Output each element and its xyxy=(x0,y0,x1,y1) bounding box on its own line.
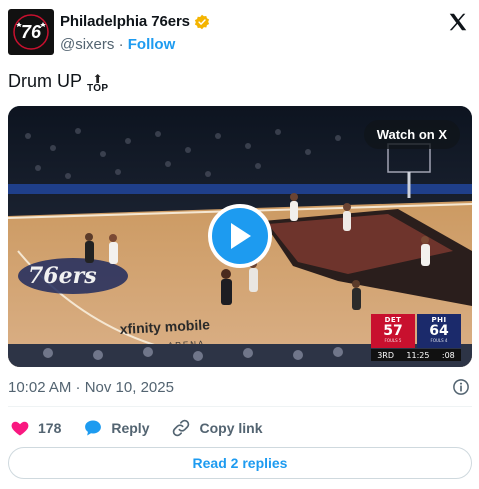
reply-label: Reply xyxy=(111,420,150,436)
account-handle[interactable]: @sixers xyxy=(60,36,114,53)
reply-button[interactable]: Reply xyxy=(83,418,149,438)
copy-link-button[interactable]: Copy link xyxy=(171,418,263,438)
avatar-text: 76 xyxy=(20,21,42,42)
scorebug-home: PHI 64 FOULS 4 xyxy=(417,314,461,348)
video-player[interactable]: 76ers xfinity mobile ARENA Watch on X xyxy=(8,106,472,367)
like-button[interactable]: 178 xyxy=(10,418,61,438)
follow-button[interactable]: Follow xyxy=(128,36,176,53)
action-bar: 178 Reply Copy link xyxy=(10,418,285,438)
away-fouls: FOULS 5 xyxy=(384,338,402,343)
court-logo-text: 76ers xyxy=(28,263,97,289)
game-clock: 11:25 xyxy=(406,350,430,360)
watch-on-x-button[interactable]: Watch on X xyxy=(363,120,460,149)
info-icon[interactable] xyxy=(452,378,470,396)
x-logo-icon[interactable] xyxy=(447,11,469,33)
tweet-text: Drum UP ⬆ TOP xyxy=(8,71,109,94)
shot-clock: :08 xyxy=(441,350,455,360)
scorebug-clock: 3RD 11:25 :08 xyxy=(371,349,461,361)
heart-icon xyxy=(11,421,29,436)
divider xyxy=(8,406,472,407)
timestamp[interactable]: 10:02 AM · Nov 10, 2025 xyxy=(8,379,174,396)
away-score: 57 xyxy=(383,323,403,339)
home-fouls: FOULS 4 xyxy=(430,338,448,343)
scorebug: DET 57 FOULS 5 PHI 64 FOULS 4 3RD 11:25 … xyxy=(371,314,461,362)
account-name[interactable]: Philadelphia 76ers xyxy=(60,13,190,30)
link-icon xyxy=(173,419,190,437)
play-icon xyxy=(231,223,251,249)
reply-bubble-icon xyxy=(85,420,102,436)
verified-badge-icon xyxy=(194,14,210,29)
top-emoji-label: TOP xyxy=(87,83,109,94)
home-score: 64 xyxy=(429,323,449,339)
avatar[interactable]: 76 xyxy=(8,9,54,55)
tweet-body: Drum UP xyxy=(8,71,83,91)
copy-link-label: Copy link xyxy=(199,420,263,436)
handle-separator: · xyxy=(118,36,124,53)
scorebug-away: DET 57 FOULS 5 xyxy=(371,314,415,348)
play-button[interactable] xyxy=(208,204,272,268)
like-count: 178 xyxy=(38,420,62,436)
period: 3RD xyxy=(377,350,395,360)
top-arrow-emoji: ⬆ TOP xyxy=(87,72,109,94)
read-replies-button[interactable]: Read 2 replies xyxy=(8,447,472,479)
